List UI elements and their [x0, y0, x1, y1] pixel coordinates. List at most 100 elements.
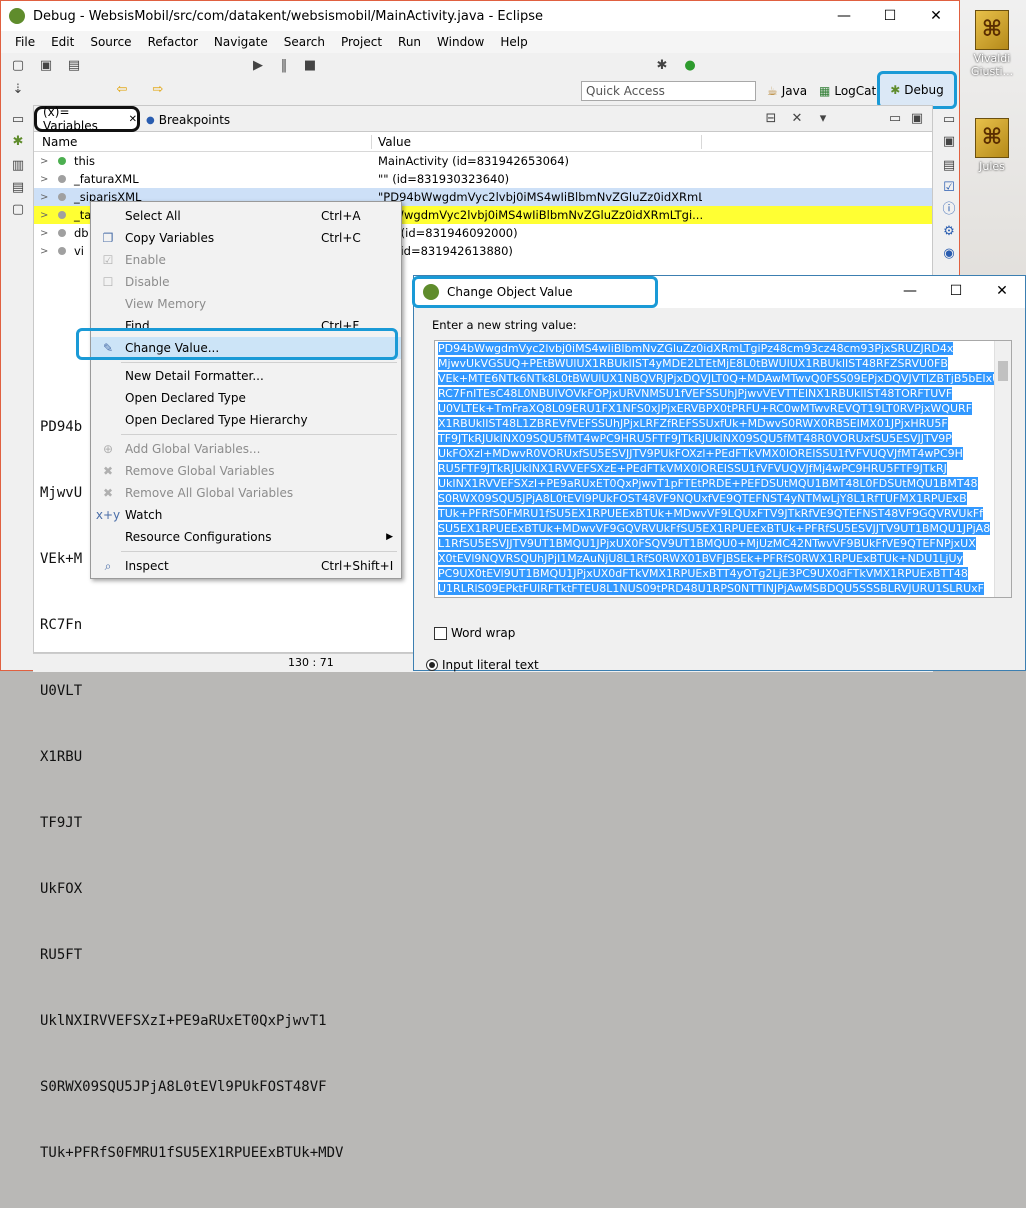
tab-breakpoints[interactable]: ● Breakpoints	[146, 110, 230, 130]
desktop-shortcut-vivaldi[interactable]: ⌘ Vivaldi Giusti...	[960, 10, 1024, 78]
new-icon[interactable]: ▢	[9, 57, 27, 75]
input-literal-radio[interactable]: Input literal text	[426, 658, 539, 672]
menu-run[interactable]: Run	[390, 35, 429, 49]
word-wrap-checkbox[interactable]: Word wrap	[434, 626, 515, 640]
menu-help[interactable]: Help	[492, 35, 535, 49]
text-line: U0VLTEk+TmFraXQ8L09ERU1FX1NFS0xJPjxERVBP…	[438, 402, 973, 415]
chevron-right-icon[interactable]: >	[40, 192, 54, 203]
dialog-close-button[interactable]: ✕	[979, 276, 1025, 306]
variable-name: _faturaXML	[74, 172, 139, 186]
suspend-icon[interactable]: ‖	[275, 57, 293, 75]
menu-project[interactable]: Project	[333, 35, 390, 49]
text-line: U1RLRlS09EPktFUlRFTktFTEU8L1NUS09tPRD48U…	[438, 582, 984, 595]
restore-icon[interactable]: ▭	[9, 111, 27, 129]
tasks-icon[interactable]: ☑	[940, 179, 958, 197]
menu-item-accelerator: Ctrl+C	[321, 231, 361, 245]
gear-icon[interactable]: ⚙	[940, 223, 958, 241]
debug-perspective-icon: ✱	[890, 83, 901, 97]
save-icon[interactable]: ▣	[37, 57, 55, 75]
logcat-perspective-button[interactable]: ▦ LogCat	[819, 79, 876, 103]
string-value-textarea[interactable]: PD94bWwgdmVyc2lvbj0iMS4wIiBlbmNvZGluZz0i…	[434, 340, 1012, 598]
checkbox-box[interactable]	[434, 626, 447, 640]
back-arrow-icon[interactable]: ⇦	[113, 81, 131, 99]
scrollbar-thumb[interactable]	[998, 361, 1008, 381]
menu-search[interactable]: Search	[276, 35, 333, 49]
menu-item-resource-configurations[interactable]: Resource Configurations ▶	[91, 526, 401, 548]
menu-item-enable[interactable]: ☑ Enable	[91, 249, 401, 271]
remove-icon: ✖	[102, 464, 114, 478]
table-row[interactable]: > this MainActivity (id=831942653064)	[34, 152, 932, 170]
run-icon[interactable]: ●	[681, 57, 699, 75]
table-row[interactable]: > _faturaXML "" (id=831930323640)	[34, 170, 932, 188]
menu-item-view-memory[interactable]: View Memory	[91, 293, 401, 315]
variable-name: vi	[74, 244, 85, 258]
minimize-view-icon[interactable]: ▭	[886, 110, 904, 128]
outline-icon[interactable]: ▤	[940, 157, 958, 175]
forward-arrow-icon[interactable]: ⇨	[149, 81, 167, 99]
menu-item-open-declared-type[interactable]: Open Declared Type	[91, 387, 401, 409]
menu-item-open-declared-type-hierarchy[interactable]: Open Declared Type Hierarchy	[91, 409, 401, 431]
menu-refactor[interactable]: Refactor	[140, 35, 206, 49]
terminate-icon[interactable]: ■	[301, 57, 319, 75]
menu-file[interactable]: File	[7, 35, 43, 49]
debug-bug-icon[interactable]: ✱	[653, 57, 671, 75]
column-header-name[interactable]: Name	[34, 134, 372, 149]
variable-value: "PD94bWwgdmVyc2lvbj0iMS4wIiBlbmNvZGluZz0…	[378, 190, 702, 204]
copy-icon: ❐	[102, 231, 114, 245]
next-annotation-icon[interactable]: ⇣	[9, 81, 27, 99]
save-all-icon[interactable]: ▤	[65, 57, 83, 75]
column-header-value[interactable]: Value	[372, 134, 702, 149]
text-line: PC9UX0tEVl9UT1BMQU1JPjxUX0dFTkVMX1RPUExB…	[438, 567, 968, 580]
collapse-all-icon[interactable]: ⊟	[762, 110, 780, 128]
text-line: SU5EX1RPUEExBTUk+MDwvVF9GQVRVUkFfSU5EX1R…	[438, 522, 991, 535]
project-explorer-icon[interactable]: ▥	[9, 157, 27, 175]
menu-edit[interactable]: Edit	[43, 35, 82, 49]
input-literal-label: Input literal text	[442, 658, 539, 672]
vertical-scrollbar[interactable]	[994, 341, 1011, 597]
field-icon	[58, 157, 66, 165]
menu-item-label: Open Declared Type Hierarchy	[125, 413, 308, 427]
chevron-right-icon[interactable]: >	[40, 228, 54, 239]
chevron-right-icon[interactable]: >	[40, 210, 54, 221]
console-icon[interactable]: ▢	[9, 201, 27, 219]
menu-item-label: Add Global Variables...	[125, 442, 261, 456]
outline-icon[interactable]: ▤	[9, 179, 27, 197]
dialog-minimize-button[interactable]: —	[887, 276, 933, 306]
radio-button[interactable]	[426, 659, 438, 671]
tab-variables[interactable]: (x)= Variables ✕	[34, 105, 140, 133]
maximize-icon[interactable]: ▣	[940, 133, 958, 151]
menu-item-remove-all-global-variables[interactable]: ✖ Remove All Global Variables	[91, 482, 401, 504]
quick-access-input[interactable]: Quick Access	[581, 81, 756, 101]
menu-source[interactable]: Source	[82, 35, 139, 49]
maximize-view-icon[interactable]: ▣	[908, 110, 926, 128]
minimize-button[interactable]: —	[821, 1, 867, 31]
desktop-shortcut-jules[interactable]: ⌘ Jules	[960, 118, 1024, 173]
close-icon[interactable]: ✕	[129, 114, 137, 125]
maximize-button[interactable]: ☐	[867, 1, 913, 31]
dialog-maximize-button[interactable]: ☐	[933, 276, 979, 306]
menu-item-disable[interactable]: ☐ Disable	[91, 271, 401, 293]
chevron-right-icon[interactable]: >	[40, 246, 54, 257]
menu-item-watch[interactable]: x+y Watch	[91, 504, 401, 526]
remove-all-icon[interactable]: ✕	[788, 110, 806, 128]
menu-item-new-detail-formatter[interactable]: New Detail Formatter...	[91, 365, 401, 387]
menu-item-add-global-variables[interactable]: ⊕ Add Global Variables...	[91, 438, 401, 460]
info-icon[interactable]: ⓘ	[940, 201, 958, 219]
chevron-right-icon[interactable]: >	[40, 156, 54, 167]
menu-item-select-all[interactable]: Select All Ctrl+A	[91, 205, 401, 227]
menu-item-remove-global-variables[interactable]: ✖ Remove Global Variables	[91, 460, 401, 482]
menu-window[interactable]: Window	[429, 35, 492, 49]
java-perspective-button[interactable]: ☕ Java	[767, 79, 807, 103]
run-icon[interactable]: ◉	[940, 245, 958, 263]
menu-item-inspect[interactable]: ⌕ Inspect Ctrl+Shift+I	[91, 555, 401, 577]
restore-icon[interactable]: ▭	[940, 111, 958, 129]
chevron-down-icon[interactable]: ▾	[814, 110, 832, 128]
close-button[interactable]: ✕	[913, 1, 959, 31]
resume-icon[interactable]: ▶	[249, 57, 267, 75]
debug-perspective-button[interactable]: ✱ Debug	[877, 71, 957, 109]
menu-item-copy-variables[interactable]: ❐ Copy Variables Ctrl+C	[91, 227, 401, 249]
text-line: TF9JTkRJUkINX09SQU5fMT4wPC9HRU5FTF9JTkRJ…	[438, 432, 952, 445]
menu-navigate[interactable]: Navigate	[206, 35, 276, 49]
chevron-right-icon[interactable]: >	[40, 174, 54, 185]
debug-view-icon[interactable]: ✱	[9, 133, 27, 151]
